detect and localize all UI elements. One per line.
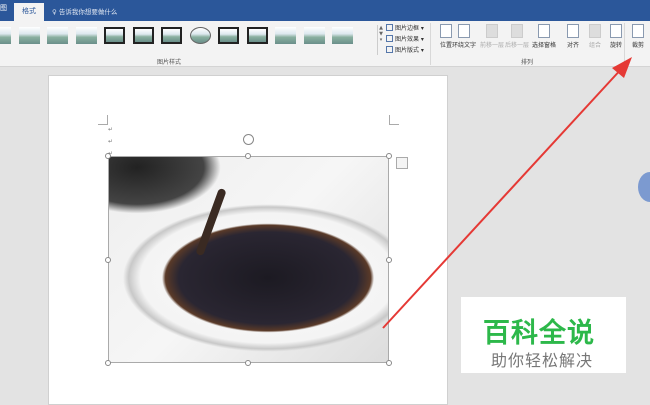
red-arrow-annotation (382, 57, 632, 329)
arrow-line (382, 65, 625, 329)
